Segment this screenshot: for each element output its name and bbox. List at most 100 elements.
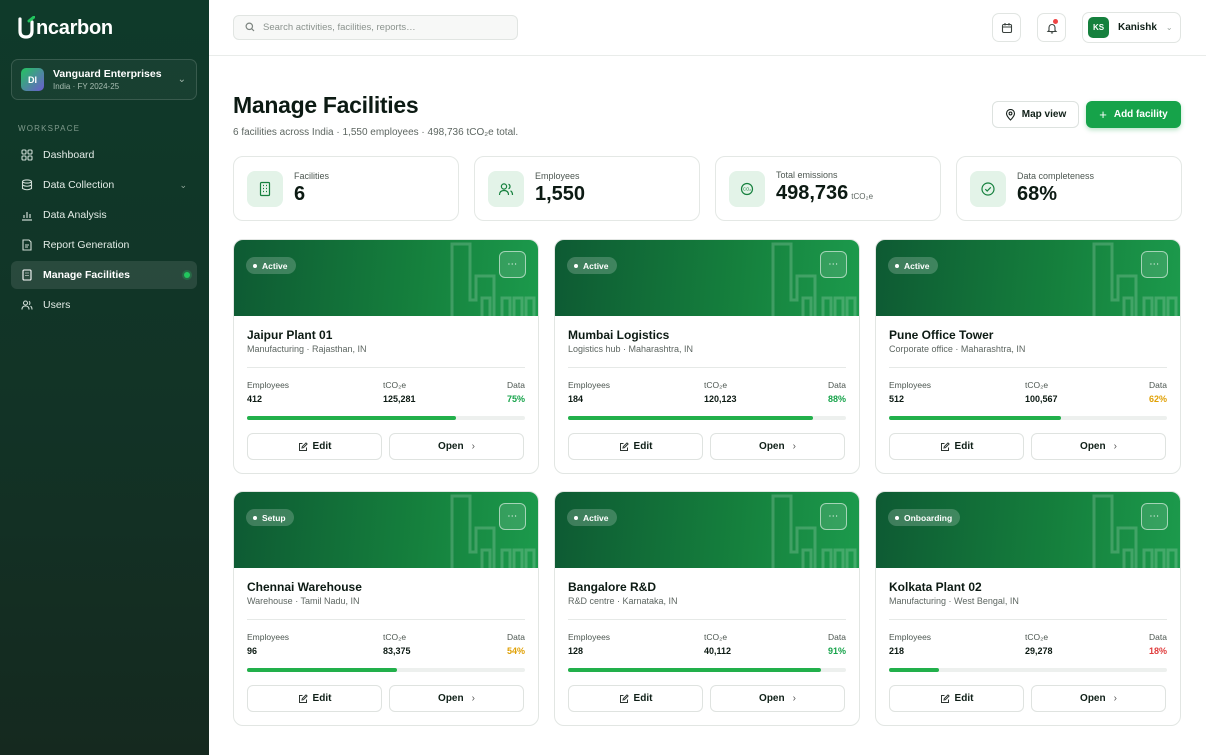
open-button[interactable]: Open › xyxy=(710,433,845,460)
facility-card[interactable]: Active ⋯ Jaipur Plant 01 Manufacturing · Ra… xyxy=(233,239,539,474)
completeness-progress-bar xyxy=(889,668,1167,672)
sidebar-item-users[interactable]: Users xyxy=(11,291,197,319)
data-completeness-value: 75% xyxy=(506,394,525,404)
sidebar-item-report-generation[interactable]: Report Generation xyxy=(11,231,197,259)
edit-button[interactable]: Edit xyxy=(889,433,1024,460)
avatar: KS xyxy=(1088,17,1109,38)
status-badge: Onboarding xyxy=(888,509,961,526)
sidebar-item-data-analysis[interactable]: Data Analysis xyxy=(11,201,197,229)
search-bar[interactable] xyxy=(233,15,518,40)
search-icon xyxy=(245,19,255,37)
emissions-label: tCO₂e xyxy=(704,380,728,390)
plus-icon: + xyxy=(1099,107,1107,122)
status-dot xyxy=(895,515,899,520)
data-label: Data xyxy=(828,380,846,390)
open-label: Open xyxy=(759,693,785,704)
edit-button[interactable]: Edit xyxy=(568,685,703,712)
stat-value: 6 xyxy=(294,183,306,205)
data-completeness-value: 88% xyxy=(827,394,846,404)
facility-type: Corporate office · Maharashtra, IN xyxy=(889,344,1026,354)
stat-value: 498,736 tCO₂e xyxy=(776,181,873,209)
status-dot xyxy=(574,515,578,520)
user-menu[interactable]: KS Kanishk ⌄ xyxy=(1082,12,1181,43)
emissions-value: 83,375 xyxy=(383,646,411,656)
sidebar-item-label: Data Collection xyxy=(43,179,115,191)
facility-card[interactable]: Onboarding ⋯ Kolkata Plant 02 Manufacturing… xyxy=(875,491,1181,726)
data-label: Data xyxy=(507,632,525,642)
employees-label: Employees xyxy=(889,632,932,642)
sidebar-item-label: Data Analysis xyxy=(43,209,107,221)
edit-button[interactable]: Edit xyxy=(889,685,1024,712)
facility-name: Pune Office Tower xyxy=(889,328,994,342)
data-completeness-value: 18% xyxy=(1148,646,1167,656)
more-options-button[interactable]: ⋯ xyxy=(499,503,526,530)
sidebar-item-data-collection[interactable]: Data Collection ⌄ xyxy=(11,171,197,199)
facility-type: Manufacturing · West Bengal, IN xyxy=(889,596,1019,606)
notifications-button[interactable] xyxy=(1037,13,1066,42)
data-label: Data xyxy=(507,380,525,390)
facility-type: Manufacturing · Rajasthan, IN xyxy=(247,344,367,354)
chevron-right-icon: › xyxy=(1113,693,1117,704)
open-button[interactable]: Open › xyxy=(1031,685,1166,712)
facility-card[interactable]: Active ⋯ Pune Office Tower Corporate office… xyxy=(875,239,1181,474)
edit-icon xyxy=(298,441,308,451)
employees-value: 512 xyxy=(889,394,905,404)
open-button[interactable]: Open › xyxy=(389,685,524,712)
document-icon xyxy=(20,238,34,252)
edit-label: Edit xyxy=(954,693,974,704)
facility-name: Chennai Warehouse xyxy=(247,580,362,594)
logo[interactable]: ncarbon xyxy=(17,14,113,42)
employees-label: Employees xyxy=(247,380,290,390)
stat-card-total-emissions: CO₂ Total emissions 498,736 tCO₂e xyxy=(715,156,941,221)
employees-value: 128 xyxy=(568,646,584,656)
calendar-button[interactable] xyxy=(992,13,1021,42)
completeness-progress-fill xyxy=(889,416,1062,420)
facility-banner: Onboarding ⋯ xyxy=(876,492,1180,568)
page-subtitle: 6 facilities across India · 1,550 employ… xyxy=(233,127,519,138)
employees-label: Employees xyxy=(889,380,932,390)
edit-button[interactable]: Edit xyxy=(568,433,703,460)
facility-banner: Active ⋯ xyxy=(555,240,859,316)
add-facility-button[interactable]: + Add facility xyxy=(1086,101,1181,128)
org-switcher[interactable]: DI Vanguard Enterprises India · FY 2024-… xyxy=(11,59,197,100)
facility-banner: Setup ⋯ xyxy=(234,492,538,568)
employees-label: Employees xyxy=(568,632,611,642)
status-badge: Active xyxy=(888,257,938,274)
open-button[interactable]: Open › xyxy=(710,685,845,712)
edit-button[interactable]: Edit xyxy=(247,685,382,712)
more-options-button[interactable]: ⋯ xyxy=(820,503,847,530)
open-label: Open xyxy=(1080,693,1106,704)
more-options-button[interactable]: ⋯ xyxy=(499,251,526,278)
more-options-button[interactable]: ⋯ xyxy=(820,251,847,278)
map-view-label: Map view xyxy=(1021,109,1067,120)
data-label: Data xyxy=(1149,380,1167,390)
ellipsis-icon: ⋯ xyxy=(507,259,518,270)
page-title: Manage Facilities xyxy=(233,92,419,118)
edit-label: Edit xyxy=(954,441,974,452)
facility-card[interactable]: Active ⋯ Bangalore R&D R&D centre · Karnata… xyxy=(554,491,860,726)
edit-button[interactable]: Edit xyxy=(247,433,382,460)
completeness-progress-fill xyxy=(568,668,821,672)
chevron-down-icon: ⌄ xyxy=(1165,23,1173,32)
facility-card[interactable]: Active ⋯ Mumbai Logistics Logistics hub · M… xyxy=(554,239,860,474)
ellipsis-icon: ⋯ xyxy=(1149,511,1160,522)
chevron-down-icon: ⌄ xyxy=(177,74,186,85)
status-label: Active xyxy=(904,260,930,271)
grid-icon xyxy=(20,148,34,162)
stat-card-data-completeness: Data completeness 68% xyxy=(956,156,1182,221)
stat-label: Data completeness xyxy=(1017,171,1095,181)
facility-name: Bangalore R&D xyxy=(568,580,657,594)
sidebar-item-manage-facilities[interactable]: Manage Facilities xyxy=(11,261,197,289)
facility-type: R&D centre · Karnataka, IN xyxy=(568,596,678,606)
facility-card[interactable]: Setup ⋯ Chennai Warehouse Warehouse · Tamil… xyxy=(233,491,539,726)
open-button[interactable]: Open › xyxy=(1031,433,1166,460)
search-input[interactable] xyxy=(263,22,503,33)
more-options-button[interactable]: ⋯ xyxy=(1141,251,1168,278)
more-options-button[interactable]: ⋯ xyxy=(1141,503,1168,530)
sidebar-item-dashboard[interactable]: Dashboard xyxy=(11,141,197,169)
logo-text: ncarbon xyxy=(36,17,113,39)
map-view-button[interactable]: Map view xyxy=(992,101,1079,128)
chevron-right-icon: › xyxy=(471,693,475,704)
open-button[interactable]: Open › xyxy=(389,433,524,460)
completeness-progress-bar xyxy=(247,416,525,420)
